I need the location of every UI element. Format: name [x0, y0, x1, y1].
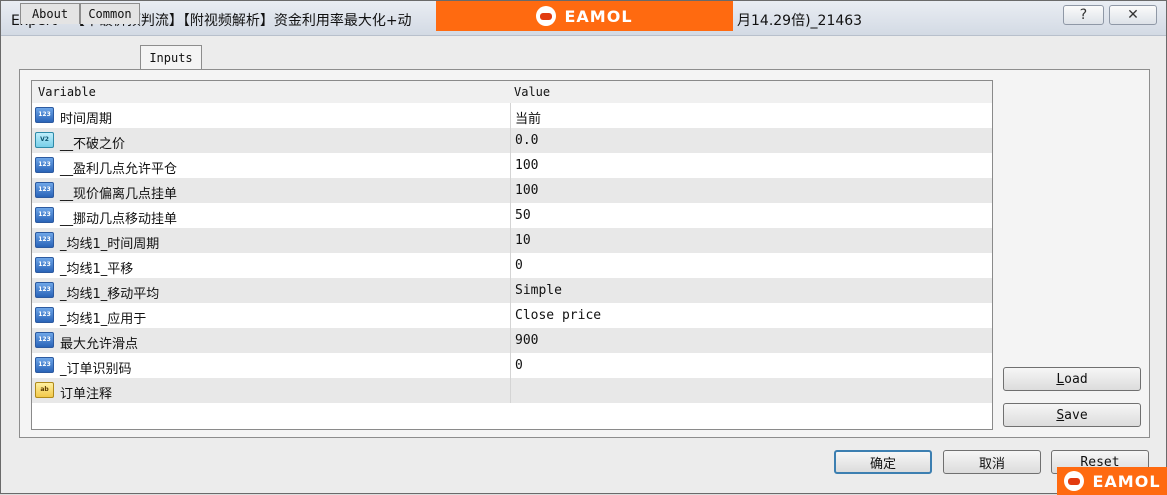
integer-type-icon: 123: [35, 357, 54, 373]
watermark-badge: EAMOL: [1057, 467, 1167, 495]
save-mnemonic: S: [1056, 407, 1065, 423]
eamol-logo-icon: [1064, 471, 1085, 491]
string-type-icon: ab: [35, 382, 54, 398]
input-value-cell[interactable]: Simple: [515, 283, 562, 298]
input-row[interactable]: 123 最大允许滑点 900: [32, 328, 992, 354]
input-variable-name: __不破之价: [60, 137, 126, 152]
integer-type-icon: 123: [35, 307, 54, 323]
column-separator: [510, 328, 511, 353]
double-type-icon: V2: [35, 132, 54, 148]
close-button[interactable]: ✕: [1109, 5, 1157, 25]
save-label: ave: [1064, 407, 1088, 423]
watermark-text: EAMOL: [564, 6, 633, 26]
input-variable-name: _均线1_平移: [60, 262, 134, 277]
input-row[interactable]: 123 __盈利几点允许平仓 100: [32, 153, 992, 179]
expert-properties-window: Expert - 【不破价预判流】【附视频解析】资金利用率最大化+动 月14.2…: [0, 0, 1167, 495]
column-separator: [510, 278, 511, 303]
input-row[interactable]: ab 订单注释: [32, 378, 992, 404]
tab-label: About: [31, 7, 69, 21]
input-variable-name: _订单识别码: [60, 362, 132, 377]
ok-label: 确定: [869, 456, 896, 472]
integer-type-icon: 123: [35, 157, 54, 173]
column-separator: [510, 303, 511, 328]
integer-type-icon: 123: [35, 107, 54, 123]
column-separator: [510, 178, 511, 203]
integer-type-icon: 123: [35, 332, 54, 348]
input-variable-name: __挪动几点移动挂单: [60, 212, 178, 227]
input-row[interactable]: 123 _均线1_平移 0: [32, 253, 992, 279]
column-separator: [510, 353, 511, 378]
input-variable-name: __现价偏离几点挂单: [60, 187, 178, 202]
input-row[interactable]: 123 __挪动几点移动挂单 50: [32, 203, 992, 229]
column-header-variable[interactable]: Variable: [38, 85, 96, 99]
input-variable-name: __盈利几点允许平仓: [60, 162, 178, 177]
tab-label: Inputs: [149, 50, 193, 65]
integer-type-icon: 123: [35, 257, 54, 273]
load-mnemonic: L: [1056, 371, 1065, 387]
window-title-suffix: 月14.29倍)_21463: [737, 13, 863, 29]
input-row[interactable]: 123 __现价偏离几点挂单 100: [32, 178, 992, 204]
integer-type-icon: 123: [35, 282, 54, 298]
column-separator: [510, 128, 511, 153]
load-button[interactable]: Load: [1003, 367, 1141, 391]
tab-label: Common: [88, 7, 132, 21]
grid-header: Variable Value: [32, 81, 992, 104]
input-row[interactable]: V2 __不破之价 0.0: [32, 128, 992, 154]
close-icon: ✕: [1127, 7, 1139, 23]
input-value-cell[interactable]: 当前: [515, 108, 541, 127]
cancel-button[interactable]: 取消: [943, 450, 1041, 474]
tab-about[interactable]: About: [20, 3, 80, 24]
tab-inputs[interactable]: Inputs: [140, 45, 202, 69]
input-row[interactable]: 123 _均线1_时间周期 10: [32, 228, 992, 254]
help-button[interactable]: ?: [1063, 5, 1104, 25]
integer-type-icon: 123: [35, 182, 54, 198]
column-separator: [510, 103, 511, 128]
integer-type-icon: 123: [35, 207, 54, 223]
input-value-cell[interactable]: 50: [515, 208, 531, 223]
column-separator: [510, 153, 511, 178]
input-variable-name: 订单注释: [60, 387, 113, 402]
help-icon: ?: [1079, 7, 1088, 23]
input-value-cell[interactable]: 0.0: [515, 133, 538, 148]
integer-type-icon: 123: [35, 232, 54, 248]
input-value-cell[interactable]: 0: [515, 258, 523, 273]
input-value-cell[interactable]: 100: [515, 158, 538, 173]
input-variable-name: _均线1_应用于: [60, 312, 147, 327]
eamol-logo-icon: [536, 6, 557, 26]
input-row[interactable]: 123 _均线1_应用于 Close price: [32, 303, 992, 329]
column-separator: [510, 253, 511, 278]
input-value-cell[interactable]: 0: [515, 358, 523, 373]
title-bar: Expert - 【不破价预判流】【附视频解析】资金利用率最大化+动 月14.2…: [1, 1, 1166, 36]
input-row[interactable]: 123 _订单识别码 0: [32, 353, 992, 379]
column-header-value[interactable]: Value: [514, 85, 550, 99]
column-separator: [510, 378, 511, 403]
inputs-grid: Variable Value 123 时间周期 当前 V2 __不破之价 0.0 123 __…: [31, 80, 993, 430]
input-value-cell[interactable]: 10: [515, 233, 531, 248]
load-label: oad: [1064, 371, 1088, 387]
input-variable-name: _均线1_移动平均: [60, 287, 160, 302]
column-separator: [510, 203, 511, 228]
ok-button[interactable]: 确定: [834, 450, 932, 474]
input-variable-name: 时间周期: [60, 112, 113, 127]
tab-common[interactable]: Common: [80, 3, 140, 24]
input-variable-name: 最大允许滑点: [60, 337, 139, 352]
input-value-cell[interactable]: 100: [515, 183, 538, 198]
save-button[interactable]: Save: [1003, 403, 1141, 427]
input-row[interactable]: 123 时间周期 当前: [32, 103, 992, 129]
input-value-cell[interactable]: Close price: [515, 308, 601, 323]
cancel-label: 取消: [978, 456, 1005, 472]
watermark-banner: EAMOL: [436, 1, 733, 31]
input-value-cell[interactable]: 900: [515, 333, 538, 348]
column-separator: [510, 228, 511, 253]
input-variable-name: _均线1_时间周期: [60, 237, 160, 252]
watermark-text: EAMOL: [1092, 471, 1161, 491]
input-row[interactable]: 123 _均线1_移动平均 Simple: [32, 278, 992, 304]
